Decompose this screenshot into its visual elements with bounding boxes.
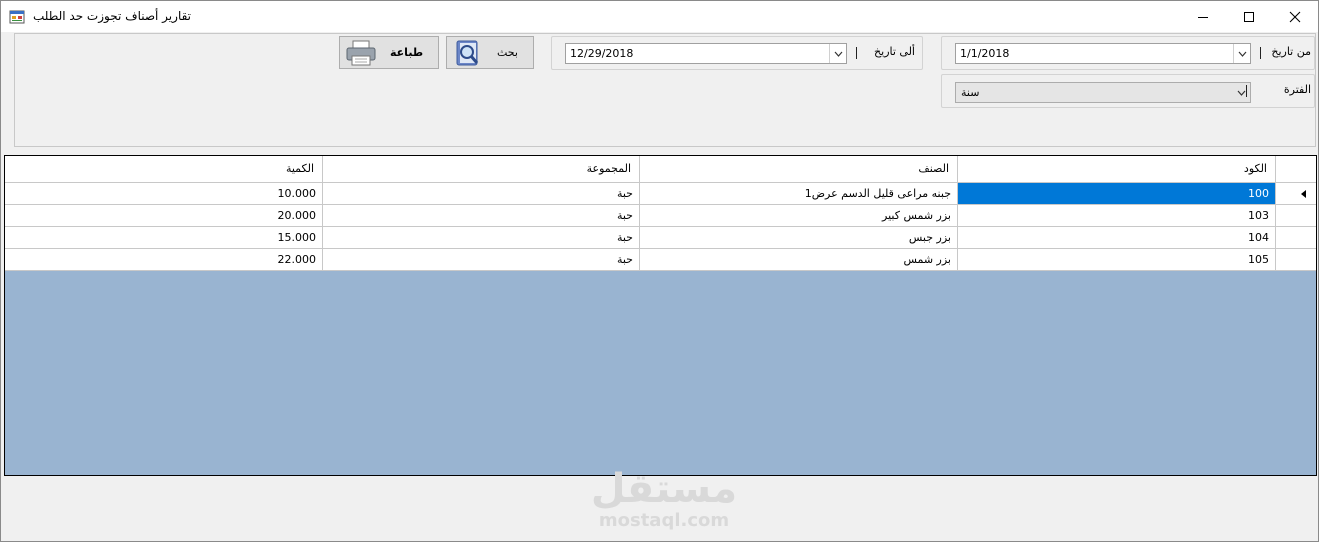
to-date-dropdown[interactable] bbox=[829, 44, 846, 63]
column-header-item[interactable]: الصنف bbox=[640, 156, 958, 183]
watermark-latin: mostaql.com bbox=[598, 510, 730, 531]
chevron-down-icon bbox=[1238, 51, 1246, 57]
table-cell-group[interactable]: حبة bbox=[323, 249, 640, 271]
search-button[interactable]: بحث bbox=[446, 36, 534, 69]
table-cell-group[interactable]: حبة bbox=[323, 227, 640, 249]
to-date-picker[interactable]: 12/29/2018 bbox=[565, 43, 847, 64]
row-header[interactable] bbox=[1276, 183, 1316, 205]
app-window: تقارير أصناف تجوزت حد الطلب 1/1/2018 من … bbox=[0, 0, 1319, 542]
maximize-button[interactable] bbox=[1226, 1, 1272, 32]
table-cell-item[interactable]: بزر شمس bbox=[640, 249, 958, 271]
to-date-separator bbox=[856, 47, 857, 59]
title-bar[interactable]: تقارير أصناف تجوزت حد الطلب bbox=[1, 1, 1318, 32]
printer-icon bbox=[345, 39, 377, 70]
table-cell-item[interactable]: بزر جبس bbox=[640, 227, 958, 249]
print-button-label: طباعة bbox=[390, 46, 424, 59]
period-dropdown[interactable] bbox=[1233, 83, 1250, 102]
table-cell-code[interactable]: 105 bbox=[958, 249, 1276, 271]
table-cell-quantity[interactable]: 22.000 bbox=[5, 249, 323, 271]
row-header[interactable] bbox=[1276, 205, 1316, 227]
to-date-value: 12/29/2018 bbox=[570, 47, 634, 60]
window-title: تقارير أصناف تجوزت حد الطلب bbox=[33, 9, 192, 23]
table-cell-quantity[interactable]: 10.000 bbox=[5, 183, 323, 205]
from-date-value: 1/1/2018 bbox=[960, 47, 1010, 60]
watermark: مستقل mostaql.com bbox=[589, 467, 739, 531]
row-header[interactable] bbox=[1276, 249, 1316, 271]
column-header-code[interactable]: الكود bbox=[958, 156, 1276, 183]
period-label: الفترة bbox=[1283, 83, 1311, 96]
row-header-corner bbox=[1276, 156, 1316, 183]
column-header-group[interactable]: المجموعة bbox=[323, 156, 640, 183]
row-header[interactable] bbox=[1276, 227, 1316, 249]
search-icon bbox=[453, 39, 483, 70]
table-cell-item[interactable]: جبنه مراعى قليل الدسم عرض1 bbox=[640, 183, 958, 205]
close-button[interactable] bbox=[1272, 1, 1318, 32]
minimize-button[interactable] bbox=[1180, 1, 1226, 32]
table-cell-code[interactable]: 103 bbox=[958, 205, 1276, 227]
table-cell-item[interactable]: بزر شمس كبير bbox=[640, 205, 958, 227]
from-date-dropdown[interactable] bbox=[1233, 44, 1250, 63]
chevron-down-icon bbox=[1237, 90, 1246, 96]
search-button-label: بحث bbox=[497, 46, 518, 59]
table-cell-quantity[interactable]: 20.000 bbox=[5, 205, 323, 227]
app-form-icon bbox=[9, 9, 25, 25]
period-value: سنة bbox=[961, 86, 980, 99]
column-header-quantity[interactable]: الكمية bbox=[5, 156, 323, 183]
minimize-icon bbox=[1198, 16, 1208, 18]
table-cell-code[interactable]: 104 bbox=[958, 227, 1276, 249]
print-button[interactable]: طباعة bbox=[339, 36, 439, 69]
period-select[interactable]: سنة bbox=[955, 82, 1251, 103]
table-cell-quantity[interactable]: 15.000 bbox=[5, 227, 323, 249]
close-icon bbox=[1289, 11, 1301, 22]
chevron-down-icon bbox=[834, 51, 842, 57]
grid-header: الكود الصنف المجموعة الكمية bbox=[5, 156, 1316, 183]
current-row-arrow-icon bbox=[1301, 190, 1306, 198]
to-date-label: ألى تاريخ bbox=[874, 45, 915, 58]
filter-panel: 1/1/2018 من تاريخ سنة الفترة 12/29/2018 … bbox=[14, 33, 1316, 147]
from-date-picker[interactable]: 1/1/2018 bbox=[955, 43, 1251, 64]
table-cell-group[interactable]: حبة bbox=[323, 205, 640, 227]
table-cell-group[interactable]: حبة bbox=[323, 183, 640, 205]
maximize-icon bbox=[1244, 11, 1254, 22]
results-grid[interactable]: الكود الصنف المجموعة الكمية 100 جبنه مرا… bbox=[4, 155, 1317, 476]
from-date-label: من تاريخ bbox=[1271, 45, 1311, 58]
table-cell-code[interactable]: 100 bbox=[958, 183, 1276, 205]
watermark-arabic: مستقل bbox=[590, 466, 738, 512]
period-separator bbox=[1246, 85, 1247, 97]
